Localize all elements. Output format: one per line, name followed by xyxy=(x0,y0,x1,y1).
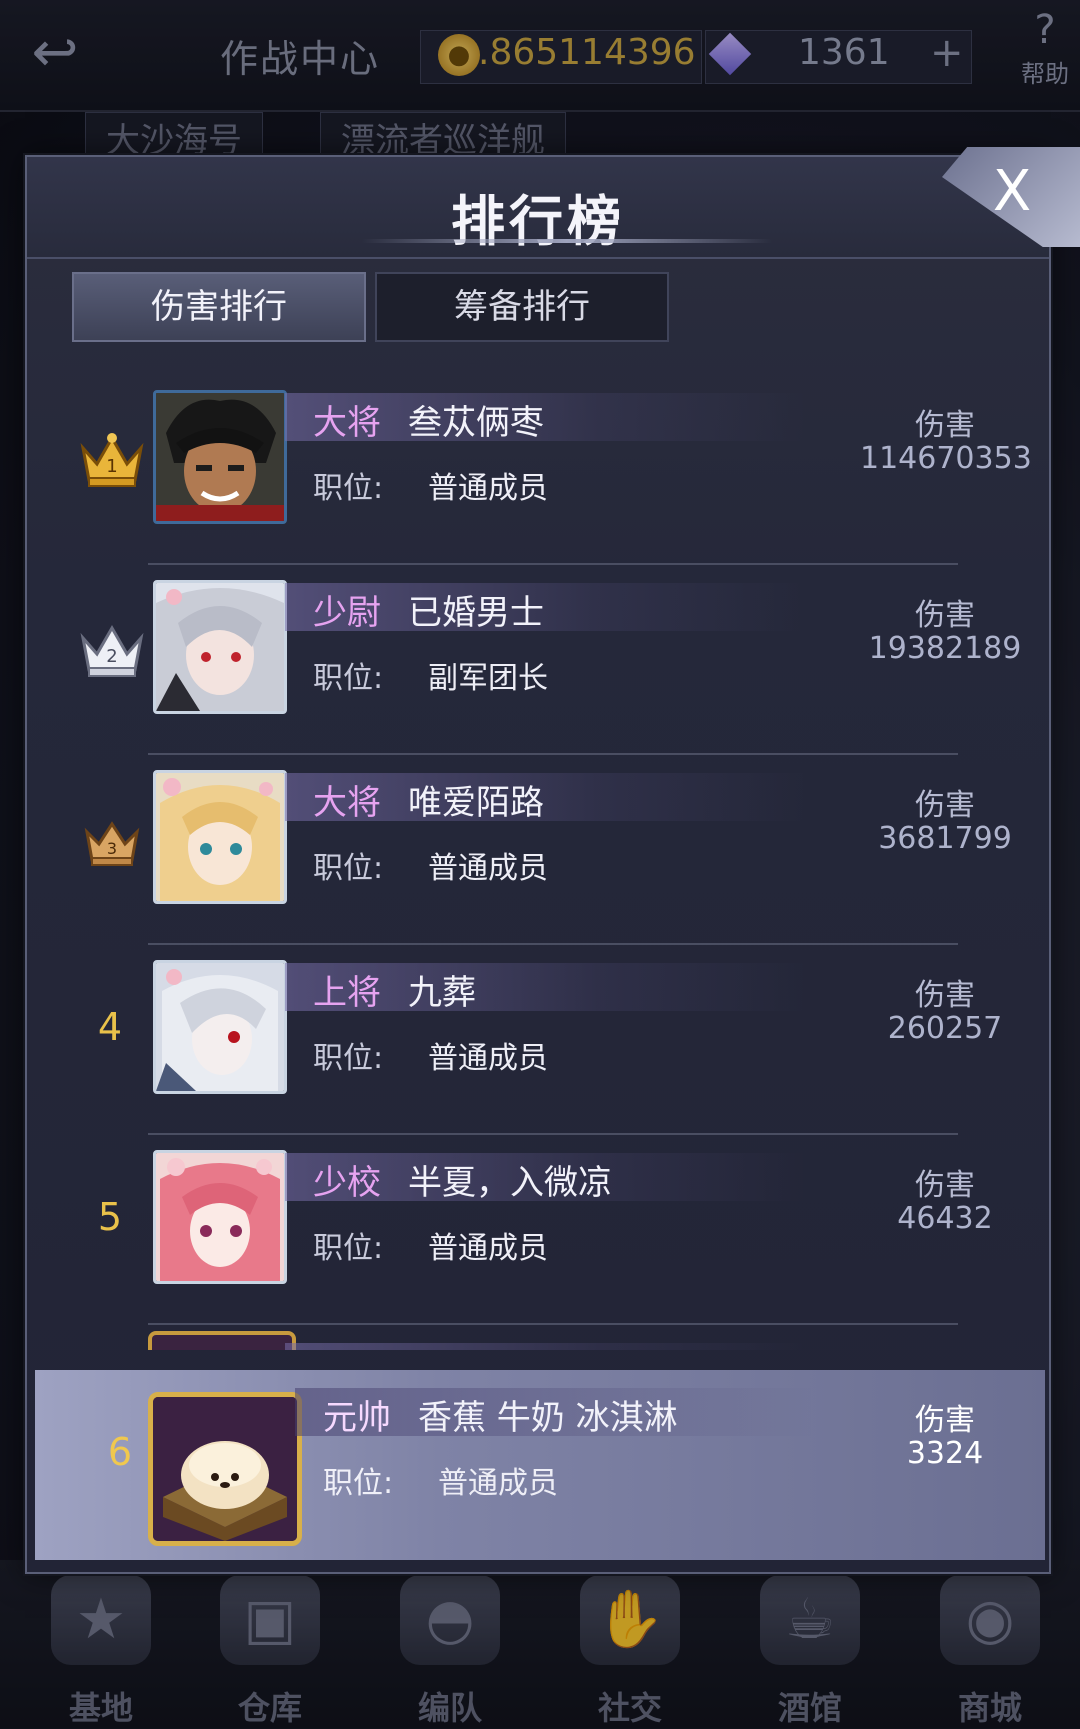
damage-label: 伤害 xyxy=(915,408,975,443)
avatar-portrait-2 xyxy=(156,583,284,711)
damage-value: 114670353 xyxy=(860,441,1032,476)
damage-value: 3681799 xyxy=(878,821,1012,856)
avatar-bun-icon xyxy=(153,1397,297,1541)
player-name: 叁苁俩枣 xyxy=(408,403,544,443)
tab-prep-ranking[interactable]: 筹备排行 xyxy=(375,272,669,342)
avatar-frame-partial xyxy=(148,1331,296,1350)
position-value: 普通成员 xyxy=(428,1231,548,1266)
position-value: 副军团长 xyxy=(428,661,548,696)
tab-damage-ranking[interactable]: 伤害排行 xyxy=(72,272,366,342)
position-label: 职位: xyxy=(313,471,384,506)
self-ranking-row[interactable]: 6 元帅 香蕉 牛奶 冰淇淋 职位: 普通成员 伤害 3324 xyxy=(35,1370,1045,1560)
damage-label: 伤害 xyxy=(915,978,975,1013)
military-rank: 大将 xyxy=(313,403,381,443)
rank-number: 3 xyxy=(107,839,117,858)
damage-value: 46432 xyxy=(897,1201,993,1236)
position-label: 职位: xyxy=(313,1231,384,1266)
position-value: 普通成员 xyxy=(428,851,548,886)
position-label: 职位: xyxy=(323,1466,394,1501)
silver-crown-icon: 2 xyxy=(80,624,144,677)
ranking-row-partial[interactable] xyxy=(25,1325,1047,1350)
military-rank: 上将 xyxy=(313,973,381,1013)
ranking-row[interactable]: 4 上将 九葬 职位: 普通成员 伤害 260257 xyxy=(25,945,1047,1135)
ranking-list[interactable]: 1 大将 叁苁俩枣 职位: 普通成员 伤害 114670353 2 少尉 已婚男… xyxy=(25,365,1047,1350)
military-rank: 元帅 xyxy=(323,1398,391,1438)
ranking-row[interactable]: 1 大将 叁苁俩枣 职位: 普通成员 伤害 114670353 xyxy=(25,375,1047,565)
player-name: 已婚男士 xyxy=(408,593,544,633)
military-rank: 少校 xyxy=(313,1163,381,1203)
ranking-row[interactable]: 5 少校 半夏，入微凉 职位: 普通成员 伤害 46432 xyxy=(25,1135,1047,1325)
avatar[interactable] xyxy=(153,1150,287,1284)
bronze-crown-icon: 3 xyxy=(84,821,140,866)
player-name: 唯爱陌路 xyxy=(408,783,544,823)
title-underline xyxy=(362,239,772,243)
avatar-portrait-4 xyxy=(156,963,284,1091)
position-value: 普通成员 xyxy=(438,1466,558,1501)
gold-crown-icon: 1 xyxy=(80,433,144,487)
ranking-row[interactable]: 3 大将 唯爱陌路 职位: 普通成员 伤害 3681799 xyxy=(25,755,1047,945)
avatar-portrait-3 xyxy=(156,773,284,901)
rank-number: 4 xyxy=(97,1005,123,1049)
damage-value: 19382189 xyxy=(868,631,1022,666)
position-label: 职位: xyxy=(313,1041,384,1076)
avatar[interactable] xyxy=(153,960,287,1094)
damage-label: 伤害 xyxy=(915,1168,975,1203)
modal-title: 排行榜 xyxy=(451,190,625,253)
avatar[interactable] xyxy=(153,580,287,714)
avatar-portrait-1 xyxy=(156,393,284,521)
player-name: 九葬 xyxy=(408,973,476,1013)
damage-label: 伤害 xyxy=(915,598,975,633)
damage-label: 伤害 xyxy=(915,788,975,823)
player-name: 香蕉 牛奶 冰淇淋 xyxy=(418,1398,678,1438)
avatar-portrait-5 xyxy=(156,1153,284,1281)
ranking-row[interactable]: 2 少尉 已婚男士 职位: 副军团长 伤害 19382189 xyxy=(25,565,1047,755)
position-label: 职位: xyxy=(313,851,384,886)
modal-header: 排行榜 xyxy=(27,157,1049,259)
rank-number: 2 xyxy=(106,646,117,667)
rank-number: 5 xyxy=(97,1195,123,1239)
position-value: 普通成员 xyxy=(428,471,548,506)
player-name: 半夏，入微凉 xyxy=(408,1163,612,1203)
avatar[interactable] xyxy=(153,770,287,904)
military-rank: 大将 xyxy=(313,783,381,823)
avatar[interactable] xyxy=(153,390,287,524)
name-band xyxy=(285,1343,805,1350)
damage-value: 260257 xyxy=(887,1011,1003,1046)
avatar[interactable] xyxy=(148,1392,302,1546)
damage-value: 3324 xyxy=(906,1436,984,1471)
damage-label: 伤害 xyxy=(915,1403,975,1438)
position-value: 普通成员 xyxy=(428,1041,548,1076)
military-rank: 少尉 xyxy=(313,593,381,633)
rank-number: 1 xyxy=(106,456,117,477)
position-label: 职位: xyxy=(313,661,384,696)
